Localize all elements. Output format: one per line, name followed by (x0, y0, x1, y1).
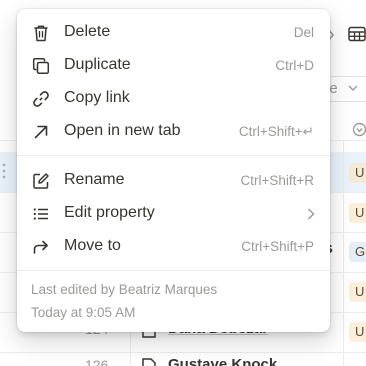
menu-divider (17, 270, 330, 271)
chevron-right-icon (307, 208, 315, 220)
move-to-menu-item[interactable]: Move to Ctrl+Shift+P (23, 232, 324, 262)
menu-item-label: Edit property (64, 204, 155, 221)
menu-item-shortcut: Del (293, 25, 314, 40)
table-view-icon[interactable] (348, 26, 366, 42)
row-context-menu: Delete Del Duplicate Ctrl+D Copy link Op… (17, 9, 330, 332)
screen: le U U G U U 126 Gustave Knock Delete De… (0, 0, 366, 366)
last-edited-by: Last edited by Beatriz Marques (31, 282, 218, 297)
arrow-up-right-icon (34, 125, 48, 139)
copy-link-menu-item[interactable]: Copy link (23, 84, 324, 114)
list-icon (33, 208, 48, 220)
status-tag[interactable]: U (349, 282, 366, 302)
drag-handle-icon[interactable] (1, 162, 7, 180)
menu-item-label: Move to (64, 237, 121, 254)
trash-icon (34, 25, 48, 42)
status-tag[interactable]: G (349, 242, 366, 262)
menu-item-shortcut: Ctrl+Shift+P (241, 239, 314, 254)
last-edited-timestamp: Today at 9:05 AM (31, 305, 136, 320)
menu-item-label: Copy link (64, 89, 130, 106)
menu-item-label: Open in new tab (64, 122, 181, 139)
menu-item-shortcut: Ctrl+Shift+R (240, 173, 314, 188)
delete-menu-item[interactable]: Delete Del (23, 18, 324, 48)
duplicate-icon (32, 57, 50, 75)
rename-icon (33, 173, 49, 189)
move-arrow-icon (33, 240, 48, 254)
row-title[interactable]: Gustave Knock (168, 356, 277, 366)
status-tag[interactable]: U (349, 163, 366, 183)
chevron-down-icon (348, 85, 358, 91)
menu-divider (17, 155, 330, 156)
status-property-icon (352, 122, 366, 137)
status-tag[interactable]: U (349, 322, 366, 342)
page-icon (142, 358, 156, 366)
menu-item-label: Rename (64, 171, 125, 188)
edit-property-menu-item[interactable]: Edit property (23, 199, 324, 229)
link-icon (33, 91, 49, 107)
menu-item-shortcut: Ctrl+Shift+↵ (238, 124, 314, 139)
duplicate-menu-item[interactable]: Duplicate Ctrl+D (23, 51, 324, 81)
menu-item-label: Duplicate (64, 56, 131, 73)
open-in-new-tab-menu-item[interactable]: Open in new tab Ctrl+Shift+↵ (23, 117, 324, 147)
table-divider (0, 352, 366, 353)
table-column-divider (343, 140, 344, 366)
menu-item-label: Delete (64, 23, 111, 40)
row-number: 126 (85, 357, 109, 366)
rename-menu-item[interactable]: Rename Ctrl+Shift+R (23, 166, 324, 196)
status-tag[interactable]: U (349, 203, 366, 223)
menu-item-shortcut: Ctrl+D (275, 58, 314, 73)
